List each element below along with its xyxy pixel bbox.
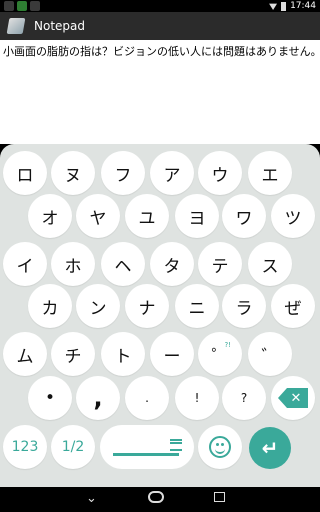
key-chi[interactable]: チ bbox=[51, 332, 95, 376]
space-button[interactable] bbox=[100, 425, 194, 469]
key-nu[interactable]: ヌ bbox=[51, 151, 95, 195]
backspace-button[interactable]: ✕ bbox=[271, 376, 315, 420]
key-n[interactable]: ン bbox=[76, 284, 120, 328]
punctuation-hint: ?! bbox=[224, 341, 231, 349]
menu-lines-icon bbox=[170, 439, 182, 451]
key-mu[interactable]: ム bbox=[3, 332, 47, 376]
note-editor[interactable]: 小画面の脂肪の指は？ビジョンの低い人には問題はありません。 bbox=[0, 40, 320, 144]
key-ze[interactable]: ぜ bbox=[271, 284, 315, 328]
numbers-button[interactable]: 123 bbox=[3, 425, 47, 469]
key-handakuten[interactable]: ゜ ?! bbox=[198, 332, 242, 376]
page-toggle-button[interactable]: 1/2 bbox=[51, 425, 95, 469]
key-a[interactable]: ア bbox=[150, 151, 194, 195]
notification-icon bbox=[17, 1, 27, 11]
key-na[interactable]: ナ bbox=[125, 284, 169, 328]
backspace-icon: ✕ bbox=[278, 388, 308, 408]
key-i[interactable]: イ bbox=[3, 242, 47, 286]
key-te[interactable]: テ bbox=[198, 242, 242, 286]
app-title: Notepad bbox=[34, 19, 85, 33]
key-dot[interactable]: • bbox=[28, 376, 72, 420]
key-yu[interactable]: ユ bbox=[125, 194, 169, 238]
key-dakuten[interactable]: ゛ bbox=[248, 332, 292, 376]
key-ni[interactable]: ニ bbox=[175, 284, 219, 328]
note-text[interactable]: 小画面の脂肪の指は？ビジョンの低い人には問題はありません。 bbox=[3, 43, 318, 59]
key-exclamation[interactable]: ! bbox=[175, 376, 219, 420]
key-wa[interactable]: ワ bbox=[222, 194, 266, 238]
home-icon[interactable] bbox=[148, 491, 164, 503]
wifi-icon bbox=[269, 3, 278, 10]
status-bar: 17:44 bbox=[0, 0, 320, 12]
navigation-bar: ⌄ bbox=[0, 487, 320, 512]
notification-icon bbox=[4, 1, 14, 11]
app-bar: Notepad bbox=[0, 12, 320, 40]
key-ya[interactable]: ヤ bbox=[76, 194, 120, 238]
enter-button[interactable]: ↵ bbox=[249, 427, 291, 469]
battery-icon bbox=[281, 1, 287, 11]
emoji-icon bbox=[209, 436, 231, 458]
key-su[interactable]: ス bbox=[248, 242, 292, 286]
key-comma[interactable]: , bbox=[76, 376, 120, 420]
status-right: 17:44 bbox=[269, 0, 316, 12]
notification-icon bbox=[30, 1, 40, 11]
key-fu[interactable]: フ bbox=[101, 151, 145, 195]
key-he[interactable]: ヘ bbox=[101, 242, 145, 286]
emoji-mouth bbox=[215, 447, 225, 454]
recents-icon[interactable] bbox=[214, 492, 225, 502]
key-period[interactable]: . bbox=[125, 376, 169, 420]
key-ta[interactable]: タ bbox=[150, 242, 194, 286]
key-u[interactable]: ウ bbox=[198, 151, 242, 195]
key-ra[interactable]: ラ bbox=[222, 284, 266, 328]
key-o[interactable]: オ bbox=[28, 194, 72, 238]
emoji-button[interactable] bbox=[198, 425, 242, 469]
key-ro[interactable]: ロ bbox=[3, 151, 47, 195]
notepad-icon[interactable] bbox=[6, 18, 26, 34]
key-ka[interactable]: カ bbox=[28, 284, 72, 328]
enter-icon: ↵ bbox=[261, 436, 279, 460]
notification-icons bbox=[4, 1, 40, 11]
soft-keyboard: ロ ヌ フ ア ウ エ オ ヤ ユ ヨ ワ ツ イ ホ ヘ タ テ ス カ ン … bbox=[0, 144, 320, 487]
key-e[interactable]: エ bbox=[248, 151, 292, 195]
key-to[interactable]: ト bbox=[101, 332, 145, 376]
key-long-vowel[interactable]: ー bbox=[150, 332, 194, 376]
clock: 17:44 bbox=[290, 1, 316, 11]
key-tsu[interactable]: ツ bbox=[271, 194, 315, 238]
key-at[interactable]: ? bbox=[222, 376, 266, 420]
space-bar-icon bbox=[113, 453, 179, 456]
key-ho[interactable]: ホ bbox=[51, 242, 95, 286]
key-yo[interactable]: ヨ bbox=[175, 194, 219, 238]
back-icon[interactable]: ⌄ bbox=[86, 492, 97, 506]
